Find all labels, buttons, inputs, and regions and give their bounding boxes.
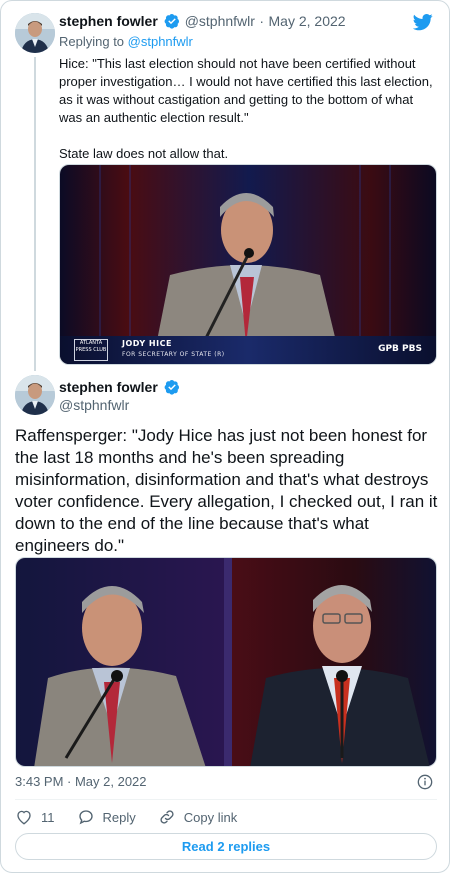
author-name[interactable]: stephen fowler (59, 379, 158, 395)
reply-tweet-text: Hice: "This last election should not hav… (59, 56, 433, 161)
replying-to: Replying to @stphnfwlr (59, 34, 193, 49)
press-club-logo: ATLANTA PRESS CLUB (74, 339, 108, 361)
tweet-media-video-still[interactable]: ATLANTA PRESS CLUB JODY HICE FOR SECRETA… (59, 164, 437, 365)
tweet-date[interactable]: May 2, 2022 (269, 13, 346, 29)
avatar[interactable] (15, 375, 55, 415)
read-replies-button[interactable]: Read 2 replies (15, 833, 437, 860)
like-count: 11 (41, 809, 55, 825)
author-name[interactable]: stephen fowler (59, 13, 158, 29)
avatar[interactable] (15, 13, 55, 53)
author-handle[interactable]: @stphnfwlr (59, 397, 129, 413)
link-icon (160, 810, 174, 824)
like-button[interactable]: 11 (15, 808, 55, 826)
reply-label: Reply (102, 809, 136, 825)
copy-link-button[interactable]: Copy link (158, 808, 237, 826)
reply-button[interactable]: Reply (77, 808, 136, 826)
lower-third-name: JODY HICE (122, 339, 172, 348)
verified-badge-icon (164, 14, 180, 29)
author-handle[interactable]: @stphnfwlr (185, 13, 255, 29)
heart-icon (17, 810, 31, 825)
replying-to-handle[interactable]: @stphnfwlr (128, 34, 193, 49)
tweet-timestamp[interactable]: 3:43 PM · May 2, 2022 (15, 774, 147, 789)
separator-dot: · (259, 13, 265, 29)
split-screen-image (16, 558, 436, 766)
main-tweet-text: Raffensperger: "Jody Hice has just not b… (15, 426, 438, 555)
debate-frame-image (60, 165, 436, 364)
main-author-row: stephen fowler (59, 379, 180, 397)
lower-third-title: FOR SECRETARY OF STATE (R) (122, 351, 225, 358)
lower-third-banner: ATLANTA PRESS CLUB JODY HICE FOR SECRETA… (60, 336, 436, 364)
thread-connector-line (34, 57, 36, 371)
reply-bubble-icon (78, 810, 93, 825)
tweet-actions: 11 Reply Copy link (15, 807, 259, 827)
embedded-tweet-card: stephen fowler @stphnfwlr · May 2, 2022 … (0, 0, 450, 873)
info-icon[interactable] (417, 774, 433, 790)
copy-link-label: Copy link (183, 809, 238, 825)
reply-tweet-header: stephen fowler @stphnfwlr · May 2, 2022 (59, 13, 409, 31)
twitter-bird-icon[interactable] (413, 12, 433, 32)
tweet-media-image[interactable] (15, 557, 437, 767)
network-logo: GPB PBS (378, 344, 422, 354)
verified-badge-icon (164, 380, 180, 395)
divider (15, 799, 437, 800)
replying-prefix: Replying to (59, 34, 128, 49)
